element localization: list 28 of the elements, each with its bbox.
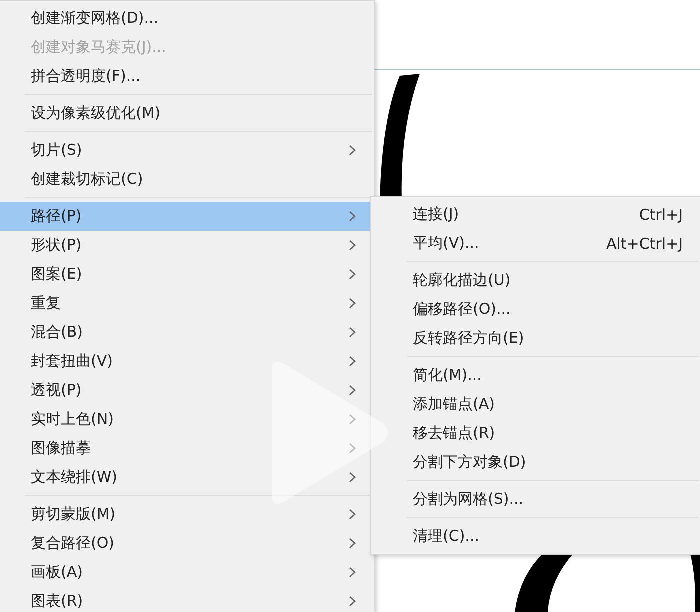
menu-item[interactable]: 清理(C)... (371, 522, 700, 551)
menu-item[interactable]: 混合(B) (0, 318, 374, 347)
menu-item[interactable]: 画板(A) (0, 558, 374, 587)
menu-item[interactable]: 图案(E) (0, 260, 374, 289)
menu-item[interactable]: 创建裁切标记(C) (0, 165, 374, 194)
menu-item[interactable]: 分割为网格(S)... (371, 485, 700, 514)
menu-item[interactable]: 拼合透明度(F)... (0, 62, 374, 91)
menu-item[interactable]: 封套扭曲(V) (0, 347, 374, 376)
menu-item[interactable]: 设为像素级优化(M) (0, 99, 374, 128)
menu-item[interactable]: 文本绕排(W) (0, 463, 374, 492)
menu-item[interactable]: 分割下方对象(D) (371, 448, 700, 477)
menu-item[interactable]: 形状(P) (0, 231, 374, 260)
menu-item[interactable]: 偏移路径(O)... (371, 295, 700, 324)
menu-item[interactable]: 复合路径(O) (0, 529, 374, 558)
menu-item[interactable]: 轮廓化描边(U) (371, 266, 700, 295)
menu-item[interactable]: 连接(J) Ctrl+J (371, 200, 700, 229)
menu-item[interactable]: 平均(V)... Alt+Ctrl+J (371, 229, 700, 258)
menu-item[interactable]: 图像描摹 (0, 434, 374, 463)
menu-item[interactable]: 重复 (0, 289, 374, 318)
menu-item[interactable]: 实时上色(N) (0, 405, 374, 434)
menu-item[interactable]: 创建渐变网格(D)... (0, 4, 374, 33)
menu-item[interactable]: 反转路径方向(E) (371, 324, 700, 353)
menu-item[interactable]: 切片(S) (0, 136, 374, 165)
menu-item[interactable]: 透视(P) (0, 376, 374, 405)
menu-item[interactable]: 简化(M)... (371, 361, 700, 390)
menu-item[interactable]: 图表(R) (0, 587, 374, 612)
menu-item[interactable]: 剪切蒙版(M) (0, 500, 374, 529)
menu-item[interactable]: 添加锚点(A) (371, 390, 700, 419)
